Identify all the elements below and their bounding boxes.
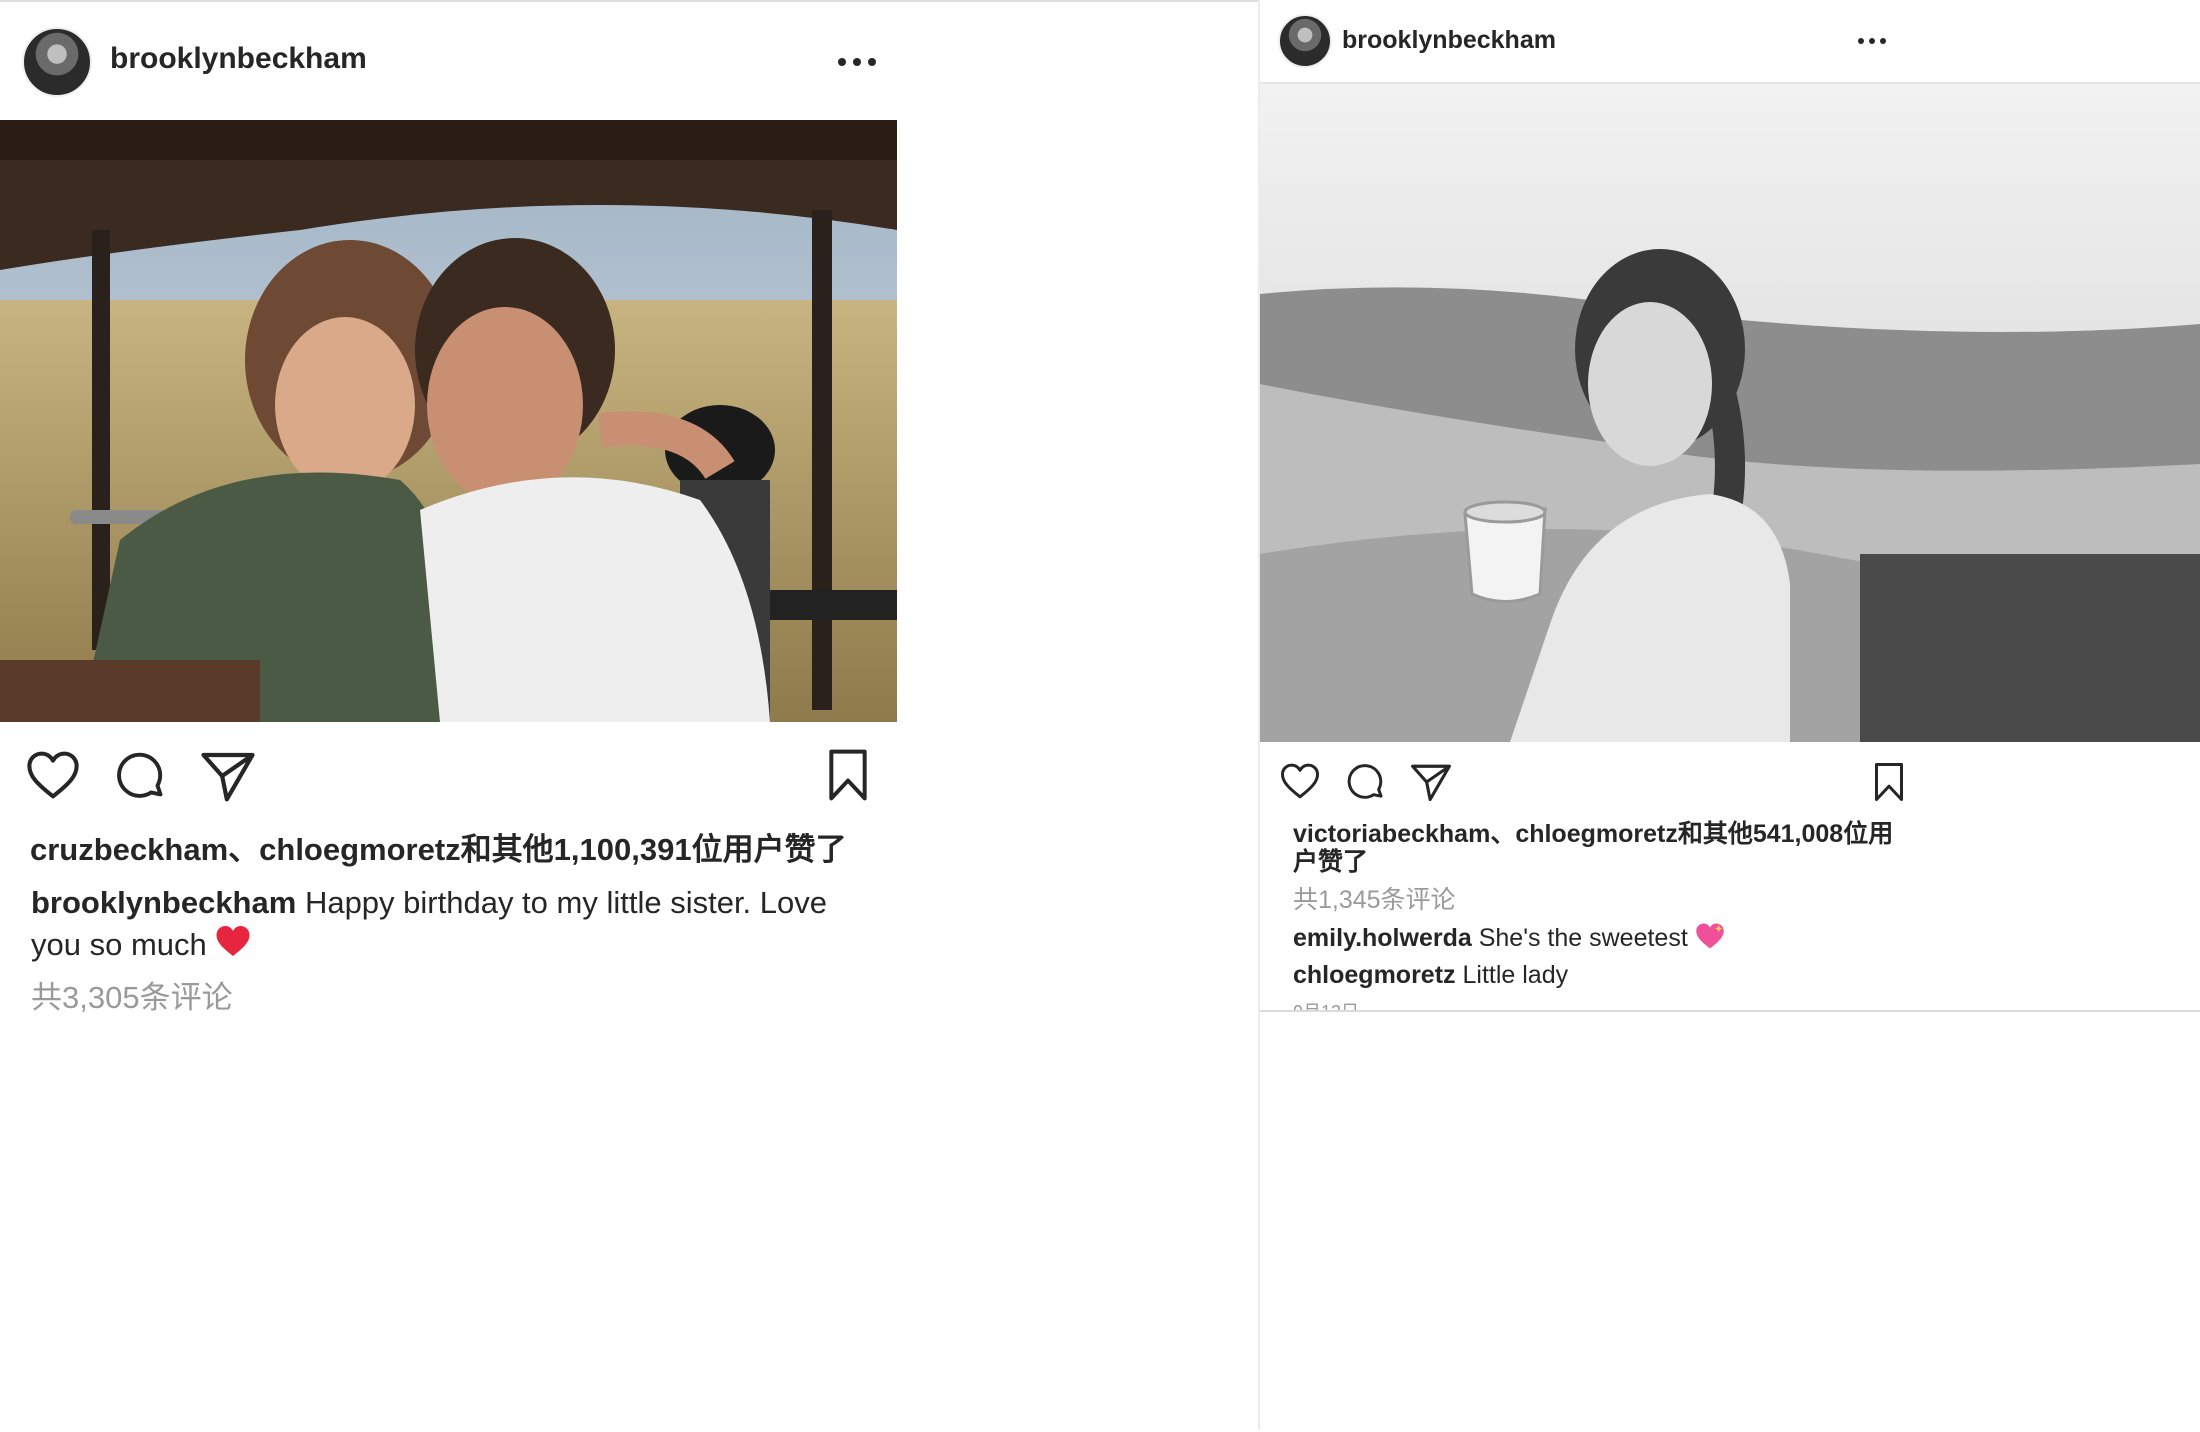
post-photo[interactable] xyxy=(0,120,897,722)
comment-text: Little lady xyxy=(1462,961,1569,989)
timestamp-mask xyxy=(1260,1010,2200,1430)
caption-username[interactable]: brooklynbeckham xyxy=(31,885,296,920)
bookmark-icon[interactable] xyxy=(1874,762,1904,802)
post-caption: brooklynbeckham Happy birthday to my lit… xyxy=(31,882,866,969)
post-header: brooklynbeckham xyxy=(0,24,1258,100)
view-comments-link[interactable]: 共1,345条评论 xyxy=(1293,880,1456,916)
comment-text: She's the sweetest xyxy=(1478,924,1688,953)
post-header: brooklynbeckham xyxy=(1260,14,2200,68)
action-bar xyxy=(1260,760,2200,806)
more-options-icon[interactable] xyxy=(1858,38,1886,44)
heart-icon[interactable] xyxy=(26,750,80,800)
post-left: brooklynbeckham cruzbeckham、chloegmoretz… xyxy=(0,0,1258,1432)
share-icon[interactable] xyxy=(1410,762,1452,802)
post-username[interactable]: brooklynbeckham xyxy=(1342,26,1556,55)
likes-summary[interactable]: victoriabeckham、chloegmoretz和其他541,008位用… xyxy=(1293,820,1903,876)
red-heart-icon xyxy=(215,924,251,969)
sparkling-heart-icon xyxy=(1695,922,1725,957)
bookmark-icon[interactable] xyxy=(828,748,868,802)
action-bar xyxy=(0,746,1258,806)
avatar[interactable] xyxy=(22,27,92,97)
avatar[interactable] xyxy=(1278,14,1332,68)
view-comments-link[interactable]: 共3,305条评论 xyxy=(31,972,233,1017)
comment-icon[interactable] xyxy=(115,750,167,802)
likes-summary[interactable]: cruzbeckham、chloegmoretz和其他1,100,391位用户赞… xyxy=(30,824,847,869)
comment-username[interactable]: chloegmoretz xyxy=(1293,961,1456,989)
post-photo[interactable] xyxy=(1260,84,2200,742)
share-icon[interactable] xyxy=(200,750,256,802)
comment-username[interactable]: emily.holwerda xyxy=(1293,924,1472,952)
heart-icon[interactable] xyxy=(1280,762,1320,800)
comment-item: emily.holwerda She's the sweetest xyxy=(1293,922,1725,957)
comment-item: chloegmoretz Little lady xyxy=(1293,961,1568,990)
bottom-divider xyxy=(1260,1010,2200,1012)
more-options-icon[interactable] xyxy=(838,58,876,66)
comment-icon[interactable] xyxy=(1346,762,1386,802)
post-username[interactable]: brooklynbeckham xyxy=(110,42,367,76)
post-right: brooklynbeckham victoriabeckham、chloegmo… xyxy=(1260,0,2200,1430)
